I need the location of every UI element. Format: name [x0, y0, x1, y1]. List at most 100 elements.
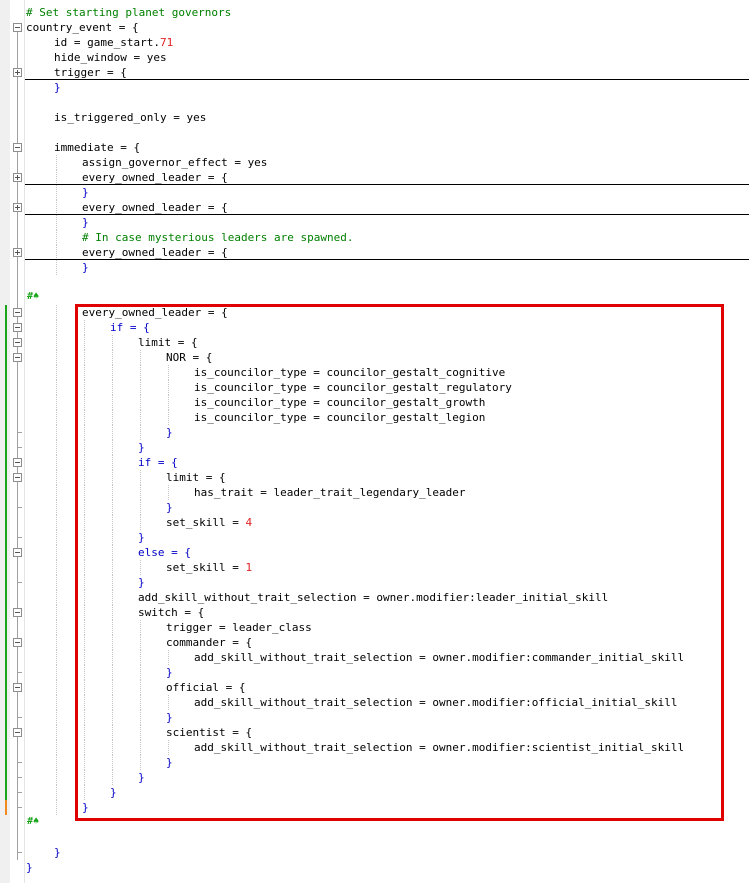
code-text[interactable]: limit = {	[166, 470, 226, 485]
code-text[interactable]: hide_window = yes	[54, 50, 167, 65]
code-line[interactable]: set_skill = 4	[0, 515, 749, 530]
code-line[interactable]: }	[0, 770, 749, 785]
code-text[interactable]: }	[166, 665, 173, 680]
code-line[interactable]: limit = {	[0, 470, 749, 485]
code-text[interactable]: }	[138, 440, 145, 455]
code-text[interactable]: add_skill_without_trait_selection = owne…	[194, 740, 684, 755]
code-line[interactable]: }	[0, 425, 749, 440]
code-text[interactable]: }	[138, 575, 145, 590]
code-line[interactable]: if = {	[0, 455, 749, 470]
collapse-minus-icon[interactable]	[13, 473, 22, 482]
code-text[interactable]: NOR = {	[166, 350, 212, 365]
code-line[interactable]: has_trait = leader_trait_legendary_leade…	[0, 485, 749, 500]
code-text[interactable]: }	[166, 755, 173, 770]
collapse-minus-icon[interactable]	[13, 728, 22, 737]
code-line[interactable]: every_owned_leader = {	[0, 245, 749, 260]
collapse-minus-icon[interactable]	[13, 23, 22, 32]
code-line[interactable]: }	[0, 440, 749, 455]
code-line[interactable]: is_councilor_type = councilor_gestalt_gr…	[0, 395, 749, 410]
code-line[interactable]	[0, 275, 749, 290]
collapse-minus-icon[interactable]	[13, 338, 22, 347]
code-line[interactable]: }	[0, 755, 749, 770]
collapse-minus-icon[interactable]	[13, 458, 22, 467]
collapse-minus-icon[interactable]	[13, 548, 22, 557]
code-text[interactable]: is_triggered_only = yes	[54, 110, 206, 125]
code-text[interactable]: }	[82, 260, 89, 275]
code-line[interactable]: add_skill_without_trait_selection = owne…	[0, 650, 749, 665]
code-line[interactable]: country_event = {	[0, 20, 749, 35]
code-text[interactable]: if = {	[110, 320, 150, 335]
code-line[interactable]: every_owned_leader = {	[0, 200, 749, 215]
code-line[interactable]: assign_governor_effect = yes	[0, 155, 749, 170]
code-line[interactable]: scientist = {	[0, 725, 749, 740]
code-line[interactable]: }	[0, 665, 749, 680]
code-line[interactable]: hide_window = yes	[0, 50, 749, 65]
code-text[interactable]: }	[110, 785, 117, 800]
code-line[interactable]: }	[0, 860, 749, 875]
code-line[interactable]: add_skill_without_trait_selection = owne…	[0, 590, 749, 605]
code-line[interactable]: every_owned_leader = {	[0, 170, 749, 185]
code-text[interactable]: is_councilor_type = councilor_gestalt_co…	[194, 365, 505, 380]
code-line[interactable]: #♠	[0, 290, 749, 305]
code-text[interactable]: commander = {	[166, 635, 252, 650]
code-line[interactable]: official = {	[0, 680, 749, 695]
code-text[interactable]: every_owned_leader = {	[82, 305, 228, 320]
code-text[interactable]: }	[138, 770, 145, 785]
collapse-minus-icon[interactable]	[13, 683, 22, 692]
code-line[interactable]: id = game_start.71	[0, 35, 749, 50]
code-text[interactable]: }	[166, 710, 173, 725]
code-text[interactable]: # Set starting planet governors	[26, 5, 231, 20]
code-line[interactable]: switch = {	[0, 605, 749, 620]
code-text[interactable]: has_trait = leader_trait_legendary_leade…	[194, 485, 466, 500]
code-line[interactable]: }	[0, 260, 749, 275]
collapse-minus-icon[interactable]	[13, 353, 22, 362]
expand-plus-icon[interactable]	[13, 173, 22, 182]
code-line[interactable]: NOR = {	[0, 350, 749, 365]
code-text[interactable]: trigger = leader_class	[166, 620, 312, 635]
code-line[interactable]: }	[0, 785, 749, 800]
code-line[interactable]: limit = {	[0, 335, 749, 350]
expand-plus-icon[interactable]	[13, 68, 22, 77]
code-text[interactable]: scientist = {	[166, 725, 252, 740]
code-text[interactable]: add_skill_without_trait_selection = owne…	[194, 650, 684, 665]
code-line[interactable]: is_councilor_type = councilor_gestalt_co…	[0, 365, 749, 380]
code-line[interactable]: add_skill_without_trait_selection = owne…	[0, 740, 749, 755]
code-text[interactable]: country_event = {	[26, 20, 139, 35]
code-text[interactable]: every_owned_leader = {	[82, 245, 228, 260]
collapse-minus-icon[interactable]	[13, 638, 22, 647]
code-text[interactable]: add_skill_without_trait_selection = owne…	[138, 590, 608, 605]
code-line[interactable]: }	[0, 185, 749, 200]
collapse-minus-icon[interactable]	[13, 143, 22, 152]
code-text[interactable]: }	[138, 530, 145, 545]
code-line[interactable]: if = {	[0, 320, 749, 335]
code-line[interactable]: trigger = {	[0, 65, 749, 80]
code-line[interactable]: }	[0, 710, 749, 725]
code-text[interactable]: official = {	[166, 680, 245, 695]
collapse-minus-icon[interactable]	[13, 308, 22, 317]
code-text[interactable]: }	[26, 860, 33, 875]
collapse-minus-icon[interactable]	[13, 608, 22, 617]
code-line[interactable]	[0, 95, 749, 110]
code-line[interactable]: # Set starting planet governors	[0, 5, 749, 20]
code-line[interactable]: set_skill = 1	[0, 560, 749, 575]
code-text[interactable]: is_councilor_type = councilor_gestalt_gr…	[194, 395, 485, 410]
code-editor[interactable]: # Set starting planet governors country_e…	[0, 0, 749, 883]
expand-plus-icon[interactable]	[13, 203, 22, 212]
code-line[interactable]: }	[0, 530, 749, 545]
code-text[interactable]: set_skill = 4	[166, 515, 252, 530]
collapse-minus-icon[interactable]	[13, 323, 22, 332]
code-text[interactable]: is_councilor_type = councilor_gestalt_le…	[194, 410, 485, 425]
code-text[interactable]: }	[54, 845, 61, 860]
code-line[interactable]: is_councilor_type = councilor_gestalt_le…	[0, 410, 749, 425]
code-line[interactable]: }	[0, 800, 749, 815]
code-text[interactable]: }	[54, 80, 61, 95]
code-line[interactable]	[0, 830, 749, 845]
expand-plus-icon[interactable]	[13, 248, 22, 257]
code-line[interactable]: add_skill_without_trait_selection = owne…	[0, 695, 749, 710]
code-text[interactable]: }	[166, 500, 173, 515]
code-text[interactable]: every_owned_leader = {	[82, 170, 228, 185]
code-text[interactable]: immediate = {	[54, 140, 140, 155]
code-line[interactable]: every_owned_leader = {	[0, 305, 749, 320]
code-text[interactable]: }	[166, 425, 173, 440]
code-line[interactable]: trigger = leader_class	[0, 620, 749, 635]
